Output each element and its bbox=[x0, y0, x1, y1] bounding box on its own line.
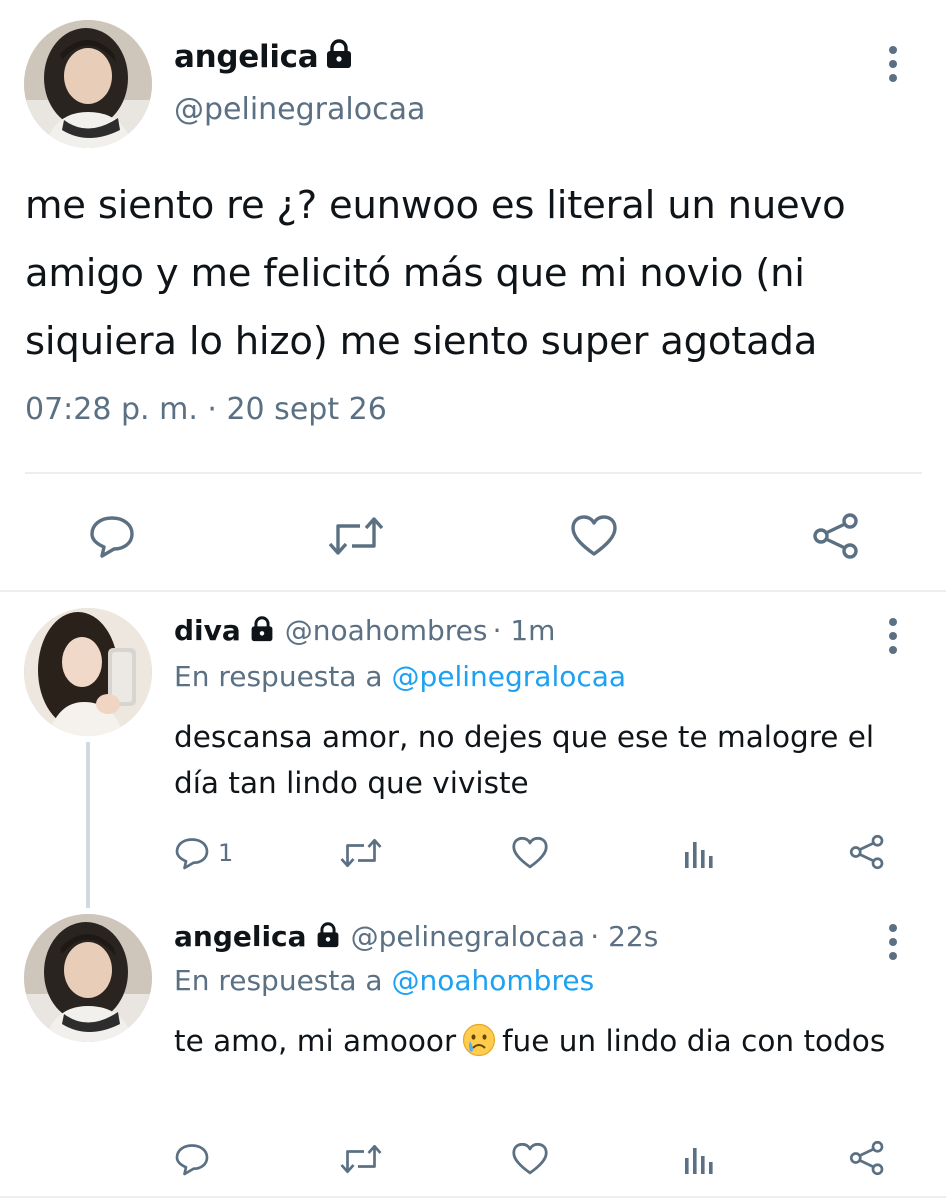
tweet-text: me siento re ¿? eunwoo es literal un nue… bbox=[25, 183, 846, 364]
reply-display-name[interactable]: angelica bbox=[174, 920, 307, 953]
replying-prefix: En respuesta a bbox=[174, 660, 383, 693]
like-icon bbox=[571, 515, 617, 556]
thread-connector bbox=[86, 742, 90, 908]
more-options-icon[interactable] bbox=[889, 924, 899, 966]
replying-prefix: En respuesta a bbox=[174, 964, 383, 997]
lock-icon bbox=[315, 921, 341, 953]
analytics-icon bbox=[685, 1148, 713, 1174]
avatar-angelica[interactable] bbox=[24, 20, 152, 148]
avatar-image bbox=[24, 20, 152, 148]
like-button[interactable] bbox=[511, 1142, 549, 1176]
more-options-icon[interactable] bbox=[889, 46, 899, 88]
author-name[interactable]: angelica bbox=[174, 38, 354, 78]
author-display-name[interactable]: angelica bbox=[174, 39, 319, 75]
reply-header: angelica @pelinegralocaa · 22s bbox=[174, 920, 658, 953]
replying-to: En respuesta a @pelinegralocaa bbox=[174, 660, 626, 693]
divider bbox=[25, 472, 922, 474]
share-button[interactable] bbox=[849, 834, 885, 870]
avatar-angelica[interactable] bbox=[24, 914, 152, 1042]
author-handle[interactable]: @pelinegralocaa bbox=[174, 92, 425, 127]
retweet-button[interactable] bbox=[340, 838, 382, 868]
like-icon bbox=[512, 836, 548, 869]
reply-header: diva @noahombres · 1m bbox=[174, 614, 555, 647]
retweet-icon bbox=[340, 838, 382, 868]
like-icon bbox=[512, 1142, 548, 1175]
replying-to-mention[interactable]: @pelinegralocaa bbox=[391, 660, 626, 693]
avatar-image bbox=[24, 914, 152, 1042]
reply-time[interactable]: · 22s bbox=[590, 920, 658, 953]
reply-text-part-2: fue un lindo dia con todos bbox=[502, 1024, 886, 1058]
reply-button[interactable]: 1 bbox=[174, 836, 233, 870]
section-divider bbox=[0, 590, 946, 592]
reply-text: te amo, mi amooor fue un lindo dia con to… bbox=[174, 1018, 894, 1070]
replying-to: En respuesta a @noahombres bbox=[174, 964, 594, 997]
analytics-button[interactable] bbox=[683, 838, 715, 870]
like-button[interactable] bbox=[511, 836, 549, 870]
analytics-button[interactable] bbox=[683, 1144, 715, 1176]
more-options-icon[interactable] bbox=[889, 618, 899, 660]
retweet-button[interactable] bbox=[340, 1144, 382, 1174]
replying-to-mention[interactable]: @noahombres bbox=[391, 964, 594, 997]
reply-count: 1 bbox=[218, 839, 234, 867]
analytics-icon bbox=[685, 842, 713, 868]
reply-time[interactable]: · 1m bbox=[493, 614, 556, 647]
retweet-icon bbox=[328, 517, 384, 555]
like-button[interactable] bbox=[570, 514, 618, 558]
avatar-image bbox=[24, 608, 152, 736]
reply-icon bbox=[175, 1144, 209, 1176]
lock-icon bbox=[324, 38, 354, 78]
reply-handle[interactable]: @noahombres bbox=[285, 614, 488, 647]
bottom-divider bbox=[0, 1196, 946, 1198]
lock-icon bbox=[249, 615, 275, 647]
share-icon bbox=[849, 1140, 884, 1176]
reply-button[interactable] bbox=[88, 514, 136, 558]
reply-icon bbox=[90, 516, 134, 558]
crying-face-emoji bbox=[462, 1023, 496, 1070]
reply-text-part-1: te amo, mi amooor bbox=[174, 1024, 457, 1058]
share-icon bbox=[849, 834, 884, 870]
retweet-icon bbox=[340, 1144, 382, 1174]
reply-button[interactable] bbox=[174, 1142, 210, 1176]
retweet-button[interactable] bbox=[328, 516, 384, 556]
avatar-diva[interactable] bbox=[24, 608, 152, 736]
tweet-timestamp[interactable]: 07:28 p. m. · 20 sept 26 bbox=[25, 392, 387, 427]
reply-icon bbox=[175, 838, 209, 870]
reply-text: descansa amor, no dejes que ese te malog… bbox=[174, 720, 875, 800]
share-button[interactable] bbox=[812, 512, 860, 560]
reply-handle[interactable]: @pelinegralocaa bbox=[351, 920, 586, 953]
share-button[interactable] bbox=[849, 1140, 885, 1176]
reply-display-name[interactable]: diva bbox=[174, 614, 241, 647]
share-icon bbox=[813, 513, 858, 559]
